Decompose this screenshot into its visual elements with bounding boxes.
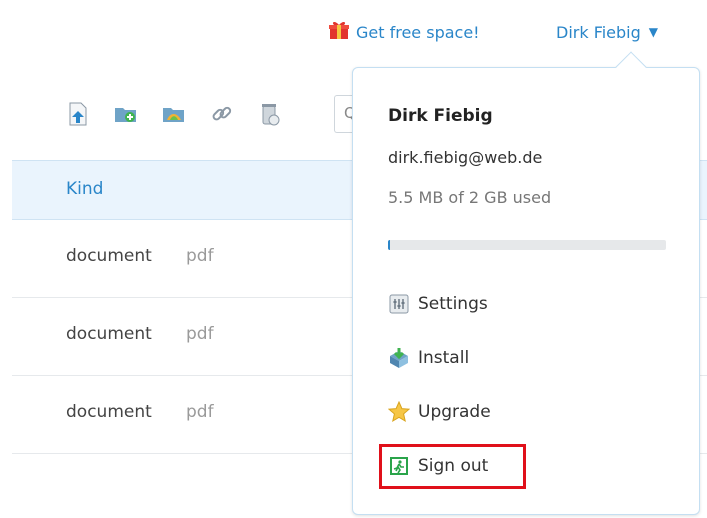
star-icon — [388, 401, 410, 423]
cell-kind: document — [66, 246, 152, 266]
settings-icon — [388, 293, 410, 315]
file-toolbar — [66, 98, 282, 130]
menu-item-label: Install — [418, 348, 470, 368]
cell-kind: document — [66, 324, 152, 344]
cell-type: pdf — [186, 324, 214, 344]
cell-type: pdf — [186, 402, 214, 422]
popover-user-email: dirk.fiebig@web.de — [388, 148, 543, 167]
get-free-space-label: Get free space! — [356, 22, 480, 42]
trash-icon[interactable] — [258, 102, 282, 126]
get-free-space-link[interactable]: Get free space! — [328, 20, 480, 44]
menu-item-install[interactable]: Install — [388, 342, 469, 374]
upload-file-icon[interactable] — [66, 102, 90, 126]
storage-progress-bar — [388, 240, 666, 250]
photo-folder-icon[interactable] — [162, 102, 186, 126]
cell-type: pdf — [186, 246, 214, 266]
top-bar: Get free space! Dirk Fiebig ▼ — [0, 0, 707, 64]
install-icon — [388, 347, 410, 369]
sign-out-highlight-box — [379, 444, 526, 489]
storage-progress-fill — [388, 240, 391, 250]
storage-usage-text: 5.5 MB of 2 GB used — [388, 188, 552, 207]
link-icon[interactable] — [210, 102, 234, 126]
menu-item-settings[interactable]: Settings — [388, 288, 488, 320]
cell-kind: document — [66, 402, 152, 422]
caret-down-icon: ▼ — [648, 25, 659, 39]
popover-user-name: Dirk Fiebig — [388, 106, 493, 126]
gift-icon — [328, 20, 350, 44]
user-name: Dirk Fiebig — [556, 22, 641, 42]
user-menu-toggle[interactable]: Dirk Fiebig ▼ — [556, 20, 658, 44]
menu-item-upgrade[interactable]: Upgrade — [388, 396, 491, 428]
column-header-kind[interactable]: Kind — [66, 179, 103, 199]
menu-item-label: Upgrade — [418, 402, 491, 422]
menu-item-label: Settings — [418, 294, 488, 314]
new-folder-icon[interactable] — [114, 102, 138, 126]
